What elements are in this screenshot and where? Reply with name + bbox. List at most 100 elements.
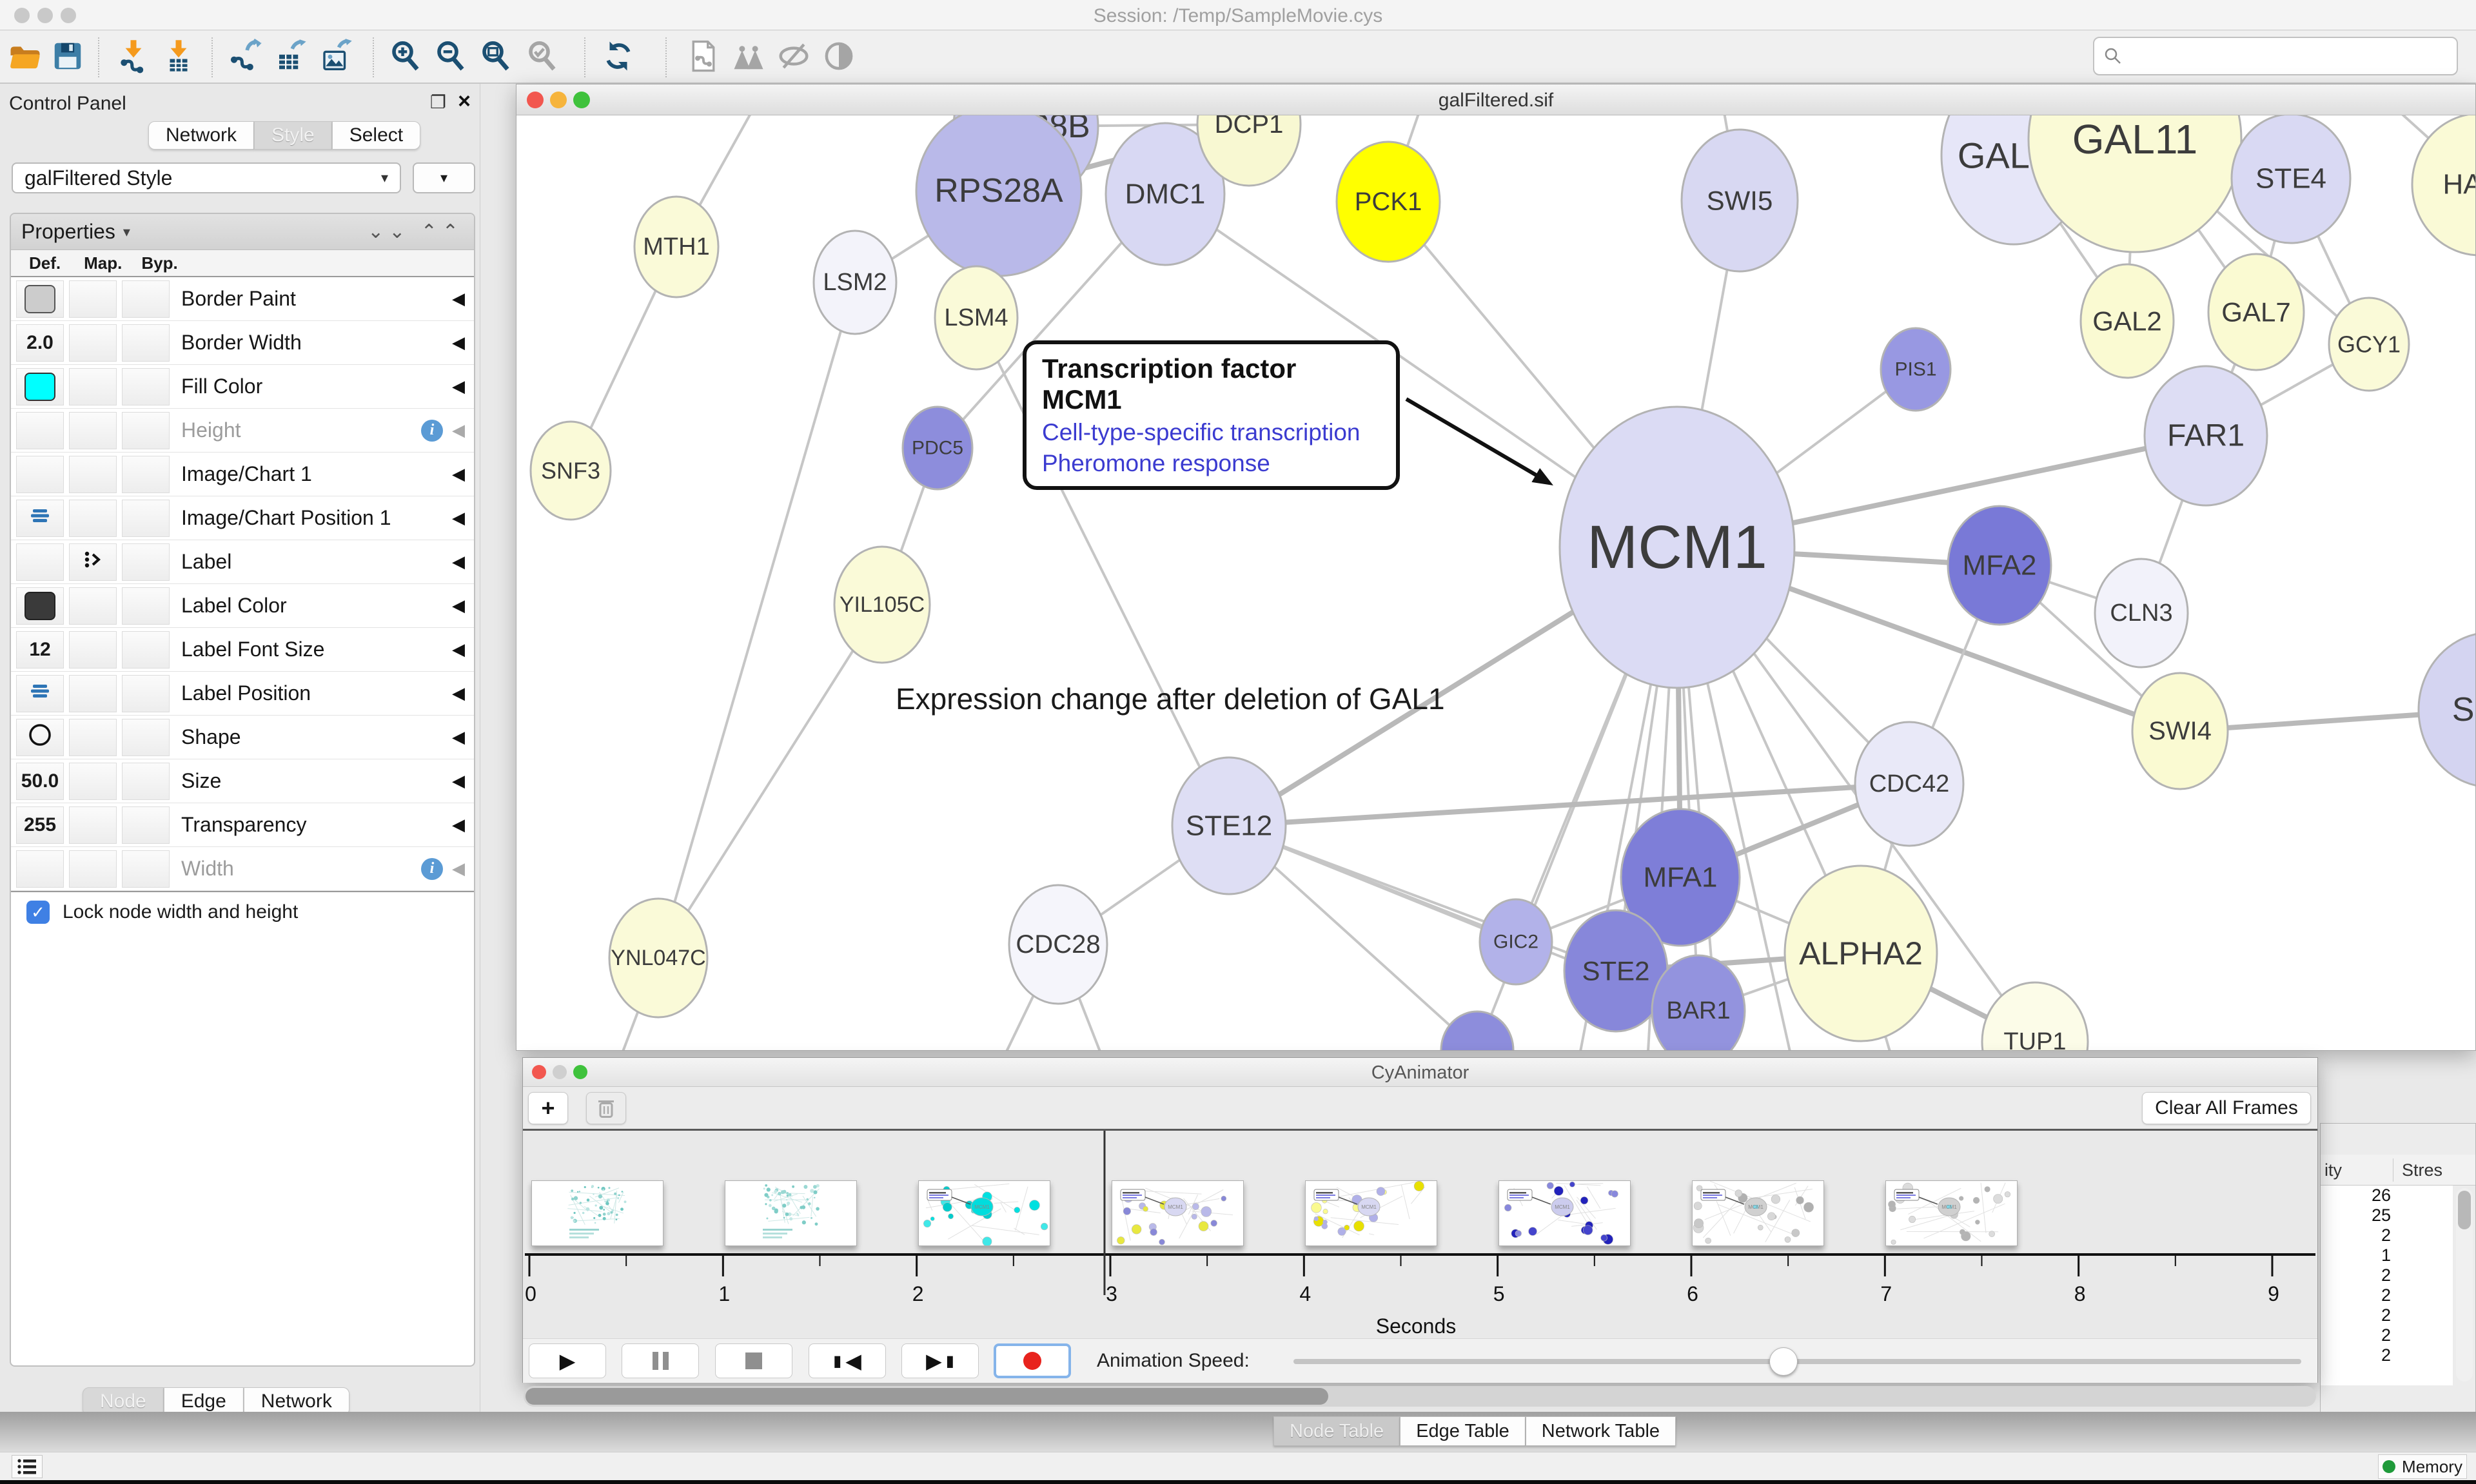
bypass-cell[interactable] (122, 500, 170, 537)
default-cell[interactable] (16, 500, 64, 537)
bypass-cell[interactable] (122, 763, 170, 800)
expand-collapse-icons[interactable]: ⌄⌄ ⌃⌃ (368, 220, 464, 243)
node-GAL11[interactable]: GAL11 (2029, 115, 2241, 252)
task-list-button[interactable] (12, 1455, 43, 1478)
delete-frame-button[interactable] (586, 1092, 626, 1124)
properties-header[interactable]: Properties ▾ ⌄⌄ ⌃⌃ (11, 214, 474, 250)
table-horizontal-scrollbar[interactable] (524, 1386, 2316, 1407)
property-row-border-paint[interactable]: Border Paint◀ (11, 277, 474, 321)
property-row-border-width[interactable]: 2.0Border Width◀ (11, 321, 474, 365)
property-row-label-font-size[interactable]: 12Label Font Size◀ (11, 628, 474, 672)
cyanimator-titlebar[interactable]: CyAnimator (523, 1058, 2317, 1087)
zoom-fit-button[interactable] (477, 39, 515, 76)
previous-frame-button[interactable]: ▮◀ (809, 1343, 886, 1378)
mapping-cell[interactable] (69, 719, 117, 756)
property-row-width[interactable]: Widthi◀ (11, 847, 474, 891)
bypass-cell[interactable] (122, 543, 170, 581)
property-row-image-chart-1[interactable]: Image/Chart 1◀ (11, 453, 474, 496)
bypass-cell[interactable] (122, 324, 170, 362)
annotation-link[interactable]: Cell-type-specific transcription (1042, 419, 1380, 446)
lock-checkbox[interactable]: ✓ (26, 901, 50, 924)
property-row-height[interactable]: Heighti◀ (11, 409, 474, 453)
property-row-transparency[interactable]: 255Transparency◀ (11, 803, 474, 847)
export-table-button[interactable] (272, 39, 310, 76)
open-session-button[interactable] (6, 39, 44, 76)
table-row[interactable]: 1 (2321, 1245, 2453, 1265)
zoom-in-button[interactable] (387, 39, 424, 76)
info-icon[interactable]: i (421, 420, 443, 442)
property-row-fill-color[interactable]: Fill Color◀ (11, 365, 474, 409)
zoom-selected-button[interactable] (524, 39, 561, 76)
table-row[interactable]: 2 (2321, 1345, 2453, 1365)
zoom-out-button[interactable] (432, 39, 469, 76)
bypass-cell[interactable] (122, 719, 170, 756)
node-GAL7[interactable]: GAL7 (2208, 254, 2304, 370)
tab-network-table[interactable]: Network Table (1526, 1416, 1676, 1446)
default-cell[interactable] (16, 456, 64, 493)
default-cell[interactable] (16, 850, 64, 888)
default-cell[interactable] (16, 412, 64, 449)
expand-row-icon[interactable]: ◀ (452, 727, 465, 747)
eye-slash-button[interactable] (775, 39, 812, 76)
expand-row-icon[interactable]: ◀ (452, 333, 465, 353)
close-panel-icon[interactable]: × (458, 89, 471, 114)
stop-button[interactable] (715, 1343, 792, 1378)
export-image-button[interactable] (317, 39, 355, 76)
mapping-cell[interactable] (69, 280, 117, 318)
property-row-shape[interactable]: Shape◀ (11, 716, 474, 759)
import-network-button[interactable] (115, 39, 152, 76)
node-SWI5[interactable]: SWI5 (1682, 130, 1798, 271)
node-YIL105C[interactable]: YIL105C (834, 547, 930, 663)
info-icon[interactable]: i (421, 858, 443, 880)
default-cell[interactable]: 2.0 (16, 324, 64, 362)
bypass-cell[interactable] (122, 587, 170, 625)
default-cell[interactable] (16, 368, 64, 405)
node-GCY1[interactable]: GCY1 (2329, 298, 2409, 391)
property-row-label-color[interactable]: Label Color◀ (11, 584, 474, 628)
bypass-cell[interactable] (122, 456, 170, 493)
mapping-cell[interactable] (69, 850, 117, 888)
node-YNL047C[interactable]: YNL047C (609, 899, 707, 1017)
expand-row-icon[interactable]: ◀ (452, 683, 465, 703)
bypass-cell[interactable] (122, 631, 170, 669)
mapping-cell[interactable] (69, 500, 117, 537)
node-SWI4[interactable]: SWI4 (2132, 673, 2228, 789)
table-row[interactable]: 2 (2321, 1325, 2453, 1345)
default-cell[interactable] (16, 587, 64, 625)
default-cell[interactable] (16, 543, 64, 581)
expand-row-icon[interactable]: ◀ (452, 859, 465, 879)
node-MCM1[interactable]: MCM1 (1560, 407, 1794, 688)
mapping-cell[interactable] (69, 763, 117, 800)
network-window-titlebar[interactable]: galFiltered.sif (516, 84, 2475, 115)
bypass-cell[interactable] (122, 412, 170, 449)
add-frame-button[interactable]: + (528, 1092, 568, 1124)
export-network-button[interactable] (227, 39, 264, 76)
node-GIC2[interactable]: GIC2 (1480, 899, 1552, 984)
search-input[interactable] (2123, 45, 2448, 67)
eye-button[interactable] (820, 39, 858, 76)
property-row-label-position[interactable]: Label Position◀ (11, 672, 474, 716)
style-selector[interactable]: galFiltered Style ▾ (12, 162, 401, 193)
table-row[interactable]: 26 (2321, 1186, 2453, 1206)
node-CDC28[interactable]: CDC28 (1009, 885, 1107, 1004)
mapping-cell[interactable] (69, 675, 117, 712)
play-button[interactable]: ▶ (529, 1343, 606, 1378)
annotation-box[interactable]: Transcription factor MCM1 Cell-type-spec… (1023, 340, 1400, 490)
expand-row-icon[interactable]: ◀ (452, 552, 465, 572)
record-button[interactable] (994, 1343, 1071, 1378)
mapping-cell[interactable] (69, 412, 117, 449)
network-file-button[interactable] (685, 39, 722, 76)
memory-button[interactable]: Memory (2378, 1454, 2467, 1479)
expand-row-icon[interactable]: ◀ (452, 596, 465, 616)
binoculars-button[interactable] (730, 39, 767, 76)
default-cell[interactable]: 255 (16, 806, 64, 844)
pause-button[interactable] (622, 1343, 699, 1378)
table-col-connectivity[interactable]: ity (2324, 1160, 2342, 1180)
node-GAL2[interactable]: GAL2 (2081, 264, 2174, 378)
node-LSM2[interactable]: LSM2 (814, 231, 896, 334)
save-session-button[interactable] (49, 39, 86, 76)
bypass-cell[interactable] (122, 368, 170, 405)
search-box[interactable] (2093, 37, 2458, 75)
default-cell[interactable]: 12 (16, 631, 64, 669)
bypass-cell[interactable] (122, 850, 170, 888)
